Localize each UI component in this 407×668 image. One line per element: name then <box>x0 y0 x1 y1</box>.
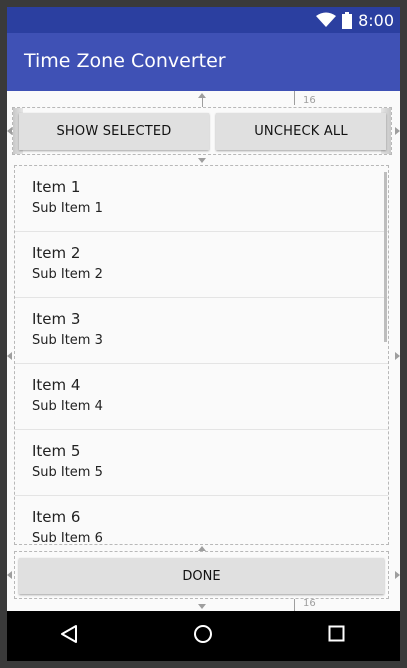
recents-icon[interactable] <box>328 625 345 642</box>
item-subtitle: Sub Item 5 <box>32 465 103 480</box>
battery-icon <box>342 11 353 29</box>
item-list[interactable]: Item 1 Sub Item 1 Item 2 Sub Item 2 Item… <box>14 165 389 545</box>
show-selected-button[interactable]: SHOW SELECTED <box>19 113 209 150</box>
button-row: SHOW SELECTED UNCHECK ALL <box>12 107 392 155</box>
item-subtitle: Sub Item 1 <box>32 201 103 216</box>
item-subtitle: Sub Item 2 <box>32 267 103 282</box>
top-margin-guide-line <box>294 91 295 105</box>
navigation-bar <box>7 611 400 661</box>
status-time: 8:00 <box>358 10 394 30</box>
top-margin-guide-label: 16 <box>303 95 316 106</box>
item-subtitle: Sub Item 4 <box>32 399 103 414</box>
done-button-container: DONE <box>14 551 389 599</box>
list-item[interactable]: Item 2 Sub Item 2 <box>15 232 388 298</box>
bottom-margin-guide-line <box>294 599 295 611</box>
uncheck-all-button[interactable]: UNCHECK ALL <box>216 113 386 150</box>
phone-screen: 8:00 Time Zone Converter 16 SHOW SELECTE… <box>7 7 400 661</box>
item-title: Item 5 <box>32 442 81 460</box>
item-title: Item 4 <box>32 376 81 394</box>
done-left-arrow <box>7 571 12 579</box>
app-title: Time Zone Converter <box>24 50 226 72</box>
done-button[interactable]: DONE <box>19 558 384 594</box>
list-item[interactable]: Item 5 Sub Item 5 <box>15 430 388 496</box>
list-item[interactable]: Item 6 Sub Item 6 <box>15 496 388 545</box>
list-item[interactable]: Item 4 Sub Item 4 <box>15 364 388 430</box>
bottom-margin-guide-label: 16 <box>303 598 316 609</box>
list-right-arrow <box>395 352 400 360</box>
list-item[interactable]: Item 3 Sub Item 3 <box>15 298 388 364</box>
item-title: Item 2 <box>32 244 81 262</box>
bottom-guide-arrow <box>198 604 206 609</box>
right-guide-arrow <box>395 127 400 135</box>
app-bar: Time Zone Converter <box>7 33 400 91</box>
wifi-icon <box>316 12 337 27</box>
done-right-arrow <box>395 571 400 579</box>
item-title: Item 3 <box>32 310 81 328</box>
list-scrollbar[interactable] <box>384 172 387 342</box>
list-item[interactable]: Item 1 Sub Item 1 <box>15 166 388 232</box>
item-title: Item 6 <box>32 508 81 526</box>
list-left-arrow <box>7 352 12 360</box>
home-icon[interactable] <box>193 624 213 644</box>
status-bar: 8:00 <box>7 7 400 33</box>
top-guide-arrow <box>198 93 206 98</box>
content-area: 16 SHOW SELECTED UNCHECK ALL Item 1 Sub … <box>7 91 400 611</box>
list-top-arrow <box>198 158 206 163</box>
item-subtitle: Sub Item 6 <box>32 531 103 545</box>
item-subtitle: Sub Item 3 <box>32 333 103 348</box>
back-icon[interactable] <box>60 624 78 644</box>
item-title: Item 1 <box>32 178 81 196</box>
